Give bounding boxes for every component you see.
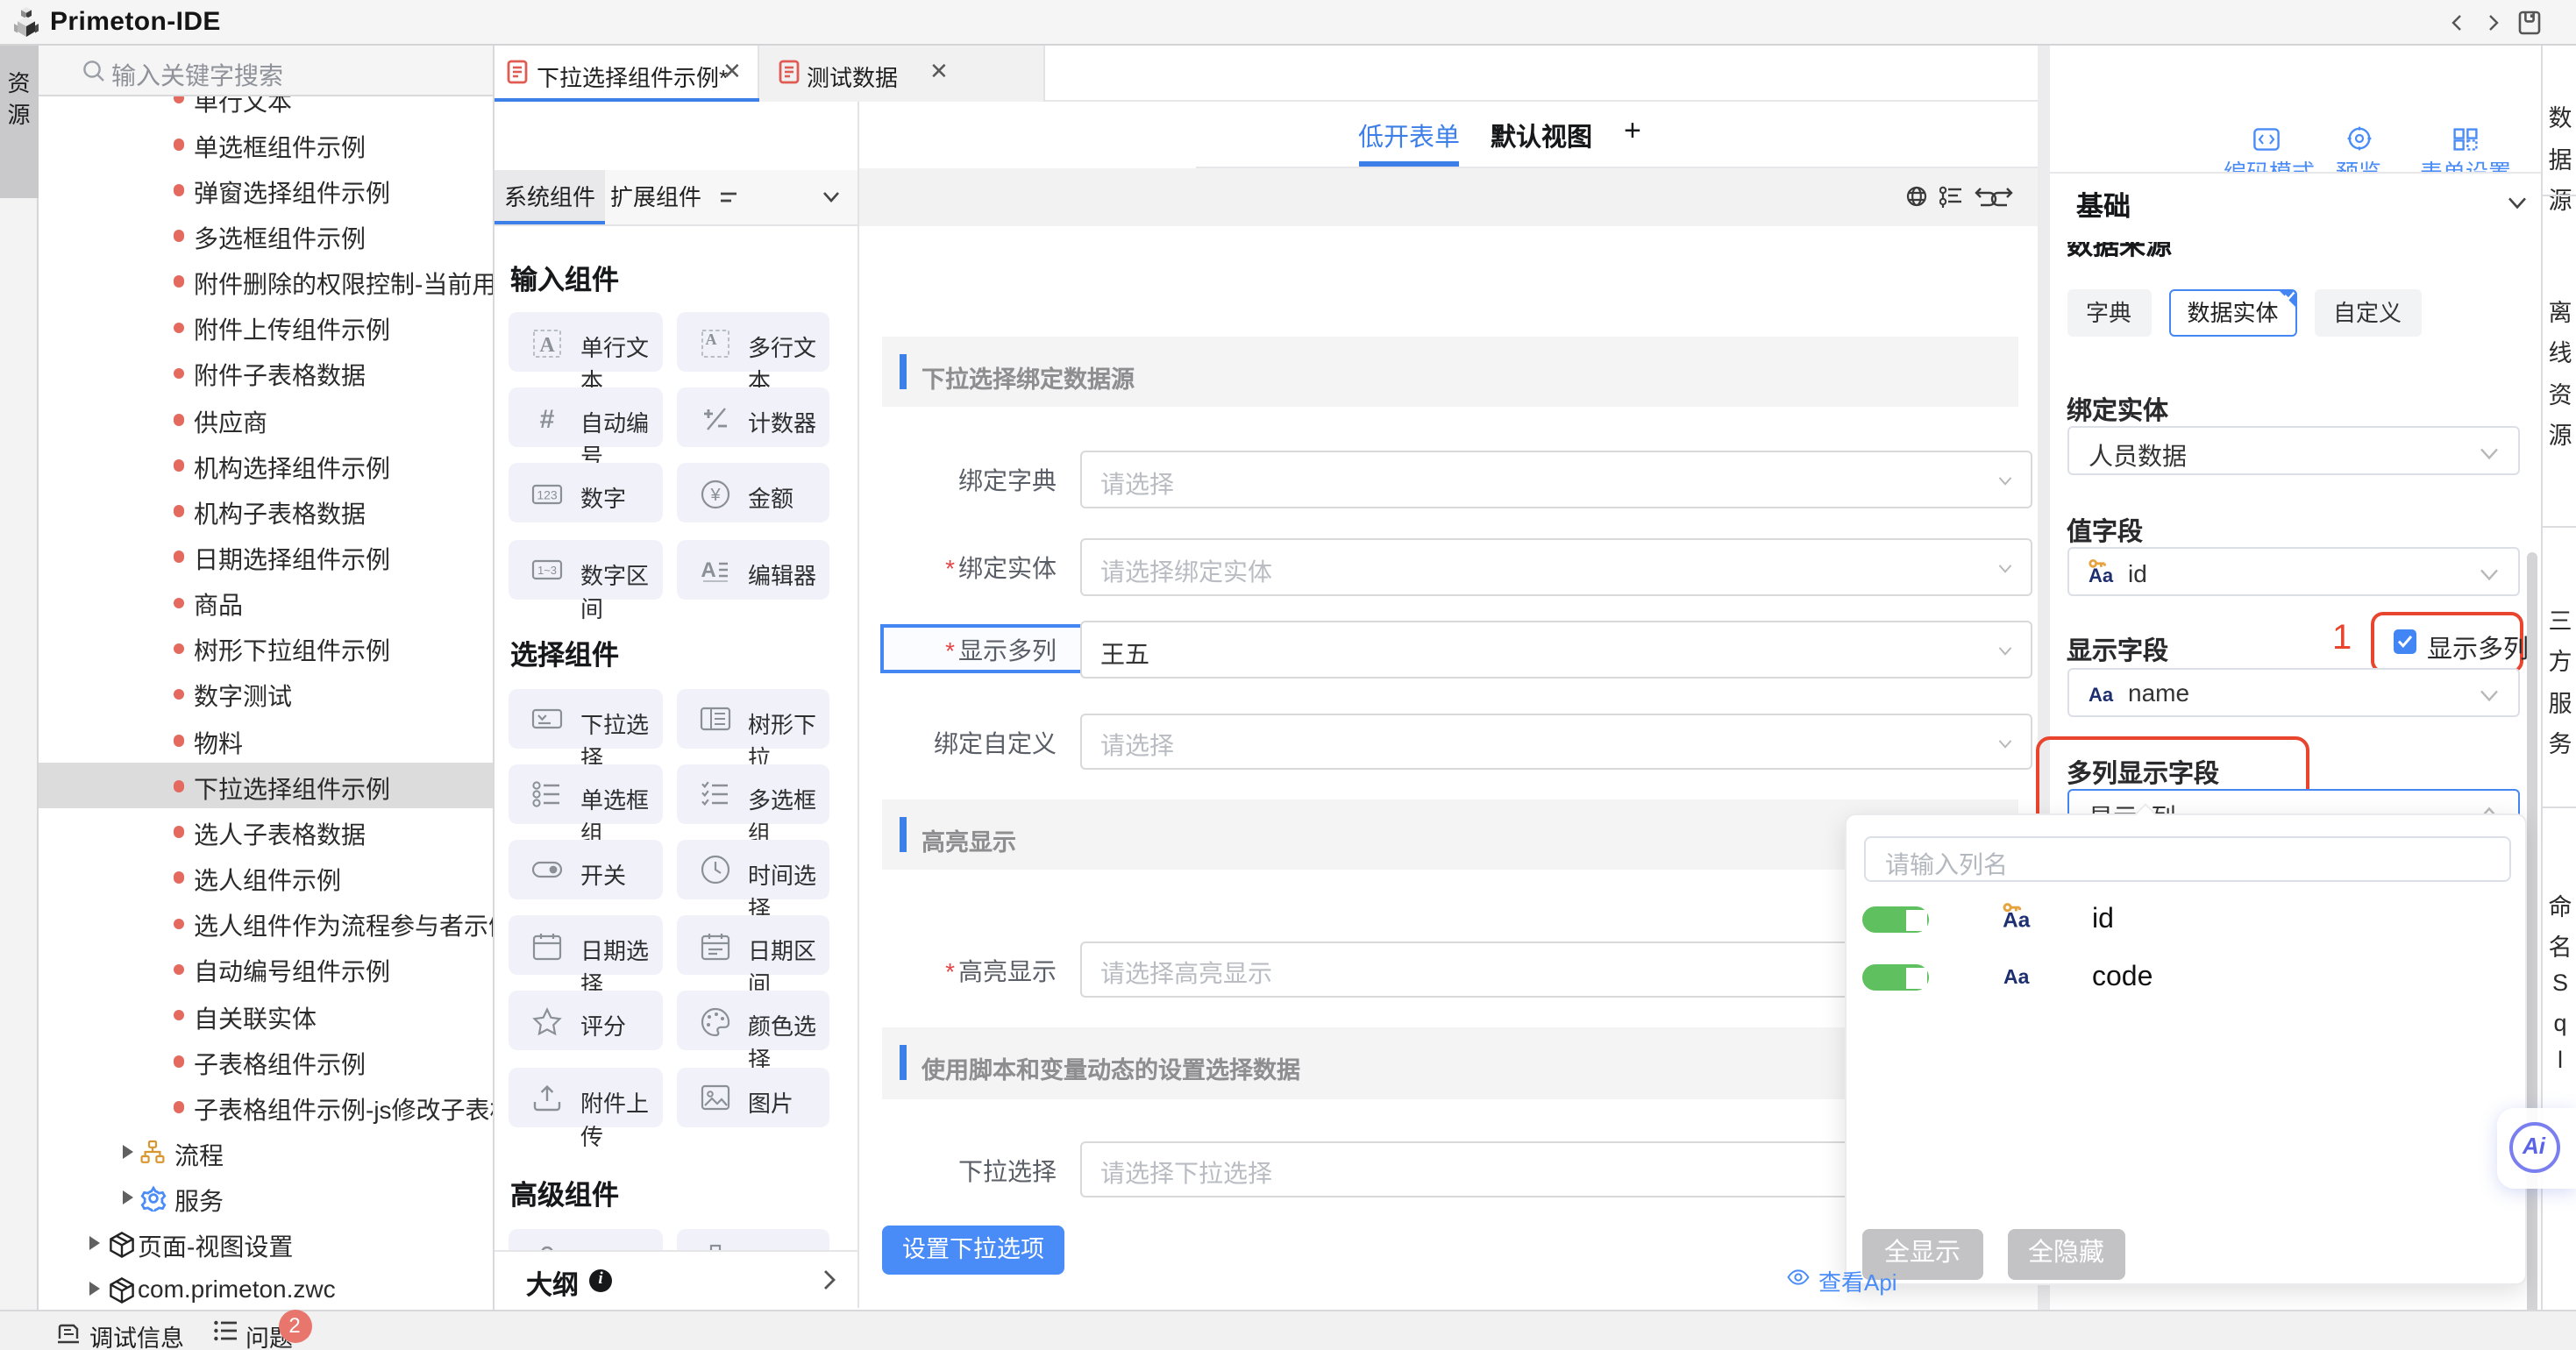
svg-text:A: A xyxy=(700,558,715,582)
svg-text:Aa: Aa xyxy=(2003,908,2031,932)
svg-text:123: 123 xyxy=(537,487,558,501)
svg-text:¥: ¥ xyxy=(708,486,720,505)
svg-text:Aa: Aa xyxy=(2088,565,2113,586)
svg-text:1~3: 1~3 xyxy=(537,564,557,577)
svg-text:Aa: Aa xyxy=(2003,964,2030,987)
svg-text:A: A xyxy=(539,333,555,356)
svg-text:Aa: Aa xyxy=(2088,683,2113,705)
svg-text:#: # xyxy=(540,404,555,433)
svg-text:A: A xyxy=(705,330,716,347)
